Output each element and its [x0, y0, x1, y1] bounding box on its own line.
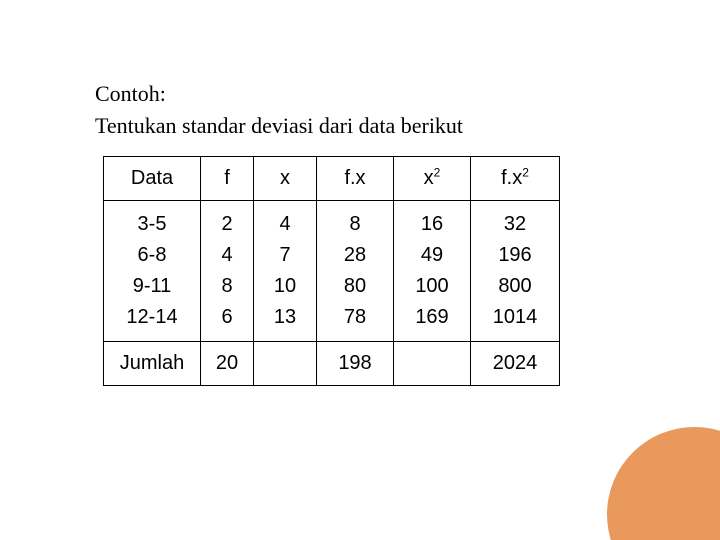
- total-fx: 198: [317, 341, 394, 385]
- cell-fx2: 321968001014: [471, 200, 560, 341]
- total-x: [254, 341, 317, 385]
- cell-f: 2486: [201, 200, 254, 341]
- col-header-fx2: f.x2: [471, 156, 560, 200]
- data-table: Data f x f.x x2 f.x2 3-56-89-1112-14 248…: [103, 156, 560, 386]
- col-header-fx: f.x: [317, 156, 394, 200]
- table-data-row: 3-56-89-1112-14 2486 471013 8288078 1649…: [104, 200, 560, 341]
- total-label: Jumlah: [104, 341, 201, 385]
- table-total-row: Jumlah 20 198 2024: [104, 341, 560, 385]
- total-fx2: 2024: [471, 341, 560, 385]
- cell-fx: 8288078: [317, 200, 394, 341]
- col-header-data: Data: [104, 156, 201, 200]
- total-x2: [394, 341, 471, 385]
- cell-x2: 1649100169: [394, 200, 471, 341]
- cell-data: 3-56-89-1112-14: [104, 200, 201, 341]
- total-f: 20: [201, 341, 254, 385]
- problem-text: Tentukan standar deviasi dari data berik…: [95, 110, 560, 142]
- col-header-f: f: [201, 156, 254, 200]
- decorative-circle: [607, 427, 720, 540]
- col-header-x: x: [254, 156, 317, 200]
- example-label: Contoh:: [95, 78, 560, 110]
- cell-x: 471013: [254, 200, 317, 341]
- table-header-row: Data f x f.x x2 f.x2: [104, 156, 560, 200]
- col-header-x2: x2: [394, 156, 471, 200]
